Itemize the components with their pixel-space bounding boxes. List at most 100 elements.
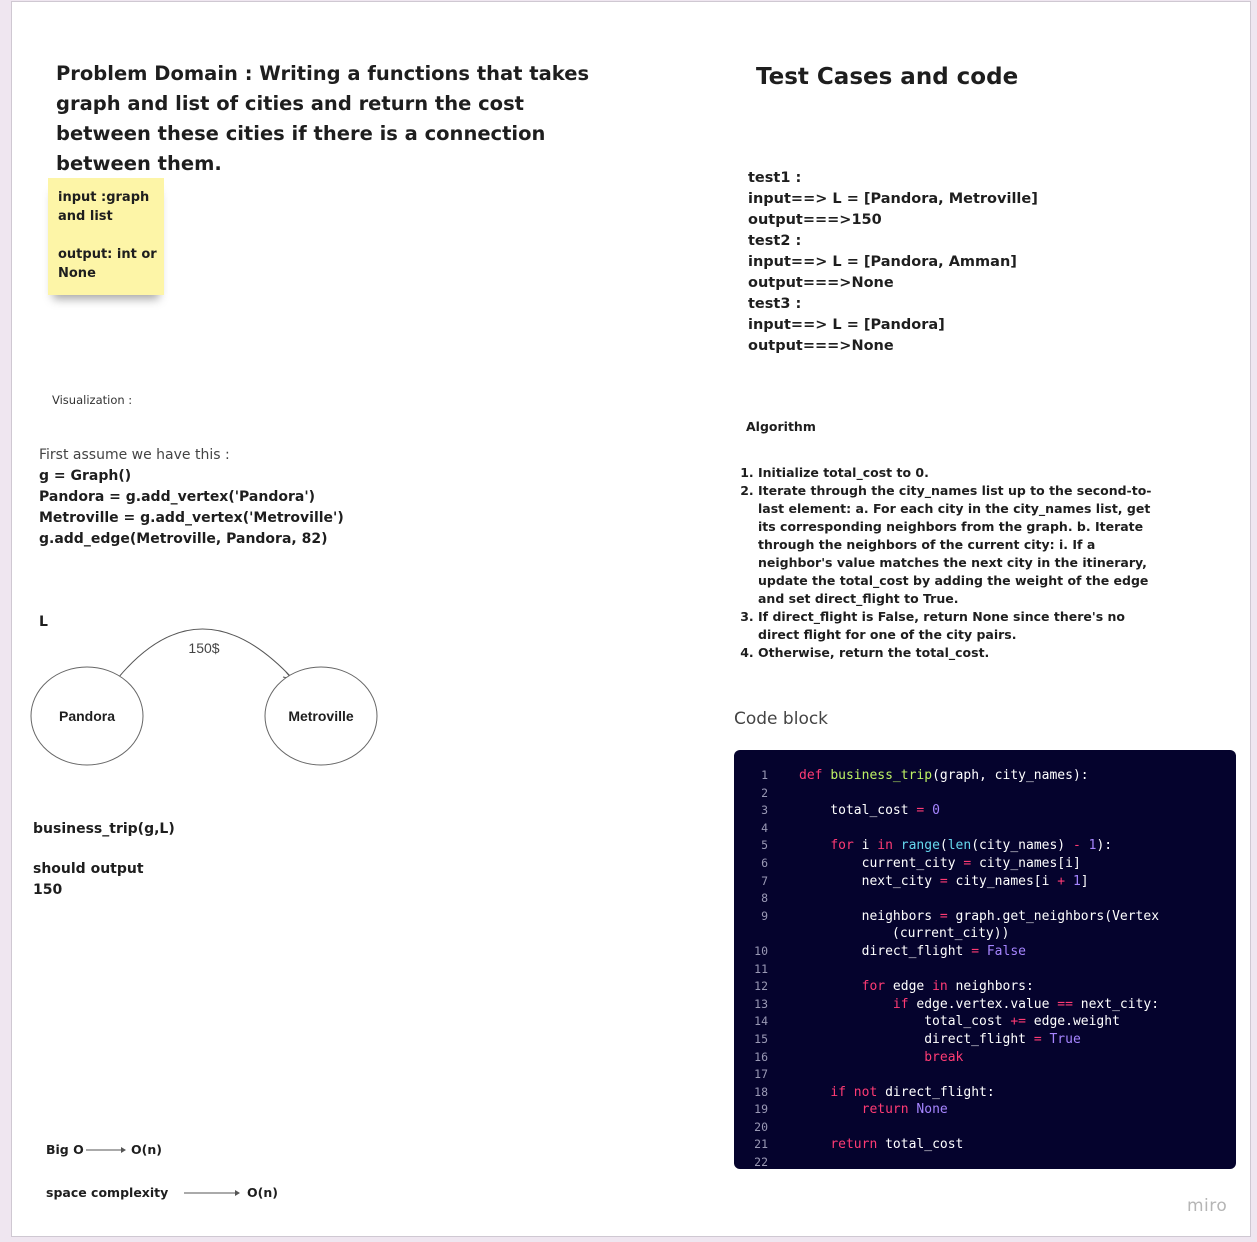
line-number: 4: [761, 820, 768, 835]
line-number: 1: [761, 768, 768, 782]
code-line: 9 neighbors = graph.get_neighbors(Vertex: [734, 908, 1236, 926]
problem-domain-title: Problem Domain : Writing a functions tha…: [56, 62, 590, 175]
should-output-value: 150: [33, 882, 63, 898]
line-number: 22: [754, 1155, 768, 1169]
code-line: 12 for edge in neighbors:: [734, 978, 1236, 996]
line-number: 5: [761, 838, 768, 853]
code-text: neighbors = graph.get_neighbors(Vertex: [799, 908, 1160, 924]
code-line: 19 return None: [734, 1101, 1236, 1119]
sticky-line: input :graph: [58, 190, 150, 205]
code-text: total_cost = 0: [799, 803, 940, 819]
space-complexity-value: O(n): [247, 1185, 278, 1200]
code-text: current_city = city_names[i]: [799, 855, 1081, 871]
code-line: 18 if not direct_flight:: [734, 1084, 1236, 1102]
line-number: 16: [754, 1049, 768, 1064]
code-line: 14 total_cost += edge.weight: [734, 1013, 1236, 1031]
algorithm-step: Otherwise, return the total_cost.: [758, 644, 1158, 662]
line-number: 19: [754, 1102, 768, 1117]
code-text: if edge.vertex.value == next_city:: [892, 996, 1160, 1012]
should-output-label: should output: [33, 861, 144, 877]
line-number: 6: [761, 855, 768, 870]
node-metroville-label: Metroville: [288, 708, 354, 724]
test-line: output===>None: [748, 338, 894, 354]
code-line: 10 direct_flight = False: [734, 943, 1236, 961]
test-line: input==> L = [Pandora, Amman]: [748, 254, 1017, 270]
code-line: 4: [734, 820, 1236, 838]
code-text: (current_city)): [892, 926, 1010, 942]
code-lines: 1 def business_trip(graph, city_names): 2 3…: [734, 767, 1236, 1169]
code-block[interactable]: 1 def business_trip(graph, city_names): 2 3…: [734, 750, 1236, 1169]
line-number: 10: [754, 943, 768, 958]
big-o-value: O(n): [131, 1142, 162, 1157]
code-line: 17: [734, 1066, 1236, 1084]
test-line: input==> L = [Pandora]: [748, 317, 945, 333]
big-o-label: Big O: [46, 1142, 84, 1157]
code-line: 21 return total_cost: [734, 1136, 1236, 1154]
assume-block: First assume we have this : g = Graph() …: [39, 445, 344, 550]
code-line: (current_city)): [734, 925, 1236, 943]
line-number: 17: [754, 1067, 768, 1082]
code-line: 22: [734, 1154, 1236, 1169]
code-line: 13 if edge.vertex.value == next_city:: [734, 996, 1236, 1014]
algorithm-step: If direct_flight is False, return None s…: [758, 608, 1158, 644]
line-number: 14: [754, 1014, 768, 1029]
assume-code-line: Metroville = g.add_vertex('Metroville'): [39, 510, 344, 526]
test-line: test3 :: [748, 296, 802, 312]
graph-diagram: 150$ Pandora Metroville: [30, 628, 378, 766]
code-text: total_cost += edge.weight: [799, 1014, 1120, 1030]
code-line: 3 total_cost = 0: [734, 802, 1236, 820]
sticky-line: None: [58, 266, 96, 281]
line-number: 15: [754, 1031, 768, 1046]
code-line: 7 next_city = city_names[i + 1]: [734, 873, 1236, 891]
code-line: 20: [734, 1119, 1236, 1137]
code-text: return None: [861, 1102, 948, 1118]
code-line: 5 for i in range(len(city_names) - 1):: [734, 837, 1236, 855]
expected-output: should output 150: [33, 859, 144, 901]
assume-code-line: g.add_edge(Metroville, Pandora, 82): [39, 531, 328, 547]
sticky-note-text: input :graph and list output: int or Non…: [58, 188, 158, 283]
line-number: 3: [761, 803, 768, 818]
code-text: if not direct_flight:: [830, 1084, 995, 1100]
assume-intro: First assume we have this :: [39, 447, 230, 463]
algorithm-label: Algorithm: [746, 419, 816, 434]
miro-logo: miro: [1187, 1196, 1228, 1216]
space-complexity-label: space complexity: [46, 1185, 169, 1200]
code-text: break: [924, 1049, 964, 1065]
line-number: 21: [754, 1137, 768, 1152]
node-pandora-label: Pandora: [59, 708, 115, 724]
code-text: for edge in neighbors:: [861, 979, 1034, 995]
code-line: 6 current_city = city_names[i]: [734, 855, 1236, 873]
algorithm-steps: Initialize total_cost to 0. Iterate thro…: [742, 464, 1158, 662]
test-cases-title: Test Cases and code: [756, 64, 1019, 90]
test-line: output===>None: [748, 275, 894, 291]
code-text: def business_trip(graph, city_names):: [799, 768, 1089, 783]
line-number: 11: [754, 961, 768, 976]
line-number: 2: [761, 785, 768, 800]
code-line: 2: [734, 785, 1236, 803]
code-line: 16 break: [734, 1049, 1236, 1067]
visualization-label: Visualization :: [52, 393, 133, 407]
test-cases-list: test1 : input==> L = [Pandora, Metrovill…: [748, 168, 1038, 357]
sticky-line: and list: [58, 209, 113, 224]
line-number: 8: [761, 891, 768, 906]
line-number: 12: [754, 979, 768, 994]
code-text: next_city = city_names[i + 1]: [799, 873, 1089, 889]
line-number: 20: [754, 1119, 768, 1134]
edge-label: 150$: [188, 640, 219, 656]
sticky-note[interactable]: input :graph and list output: int or Non…: [48, 178, 164, 295]
line-number: 13: [754, 996, 768, 1011]
space-complexity-arrow: [184, 1190, 240, 1196]
big-o-arrow: [86, 1147, 126, 1153]
assume-code-line: Pandora = g.add_vertex('Pandora'): [39, 489, 316, 505]
algorithm-step: Iterate through the city_names list up t…: [758, 482, 1158, 608]
code-line: 8: [734, 890, 1236, 908]
test-line: test2 :: [748, 233, 802, 249]
line-number: 7: [761, 873, 768, 888]
code-block-label: Code block: [734, 709, 829, 729]
sticky-line: output: int or: [58, 247, 157, 262]
test-line: test1 :: [748, 170, 802, 186]
code-text: direct_flight = True: [799, 1031, 1081, 1047]
test-line: input==> L = [Pandora, Metroville]: [748, 191, 1038, 207]
code-line: 15 direct_flight = True: [734, 1031, 1236, 1049]
code-text: for i in range(len(city_names) - 1):: [830, 838, 1113, 854]
